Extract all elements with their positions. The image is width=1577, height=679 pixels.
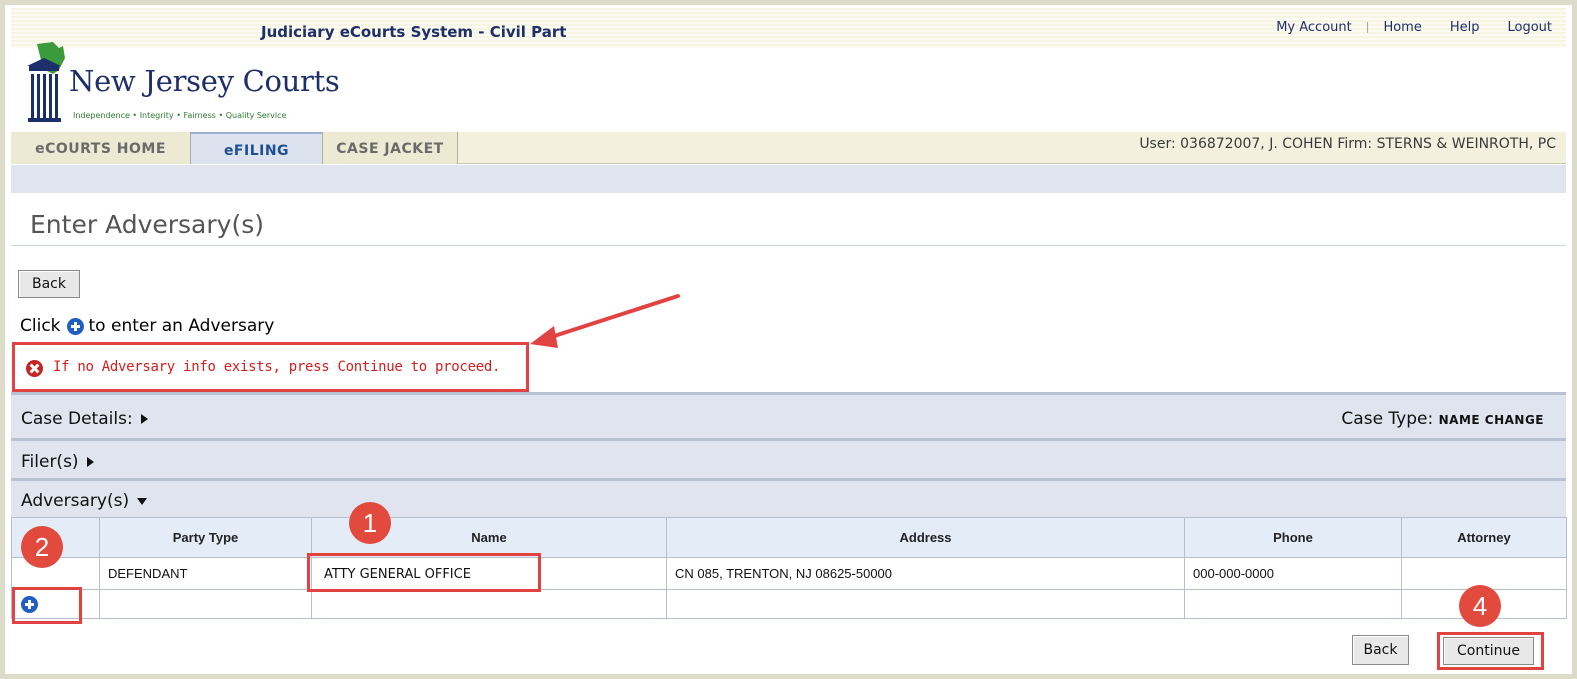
table-row[interactable]: DEFENDANT ATTY GENERAL OFFICE CN 085, TR… — [11, 557, 1567, 590]
collapse-arrow-icon — [137, 497, 148, 505]
section-adversaries[interactable]: Adversary(s) — [11, 478, 1566, 518]
page-title: Enter Adversary(s) — [30, 210, 264, 239]
logo-tagline: Independence • Integrity • Fairness • Qu… — [73, 111, 287, 120]
continue-button[interactable]: Continue — [1443, 637, 1534, 665]
error-message-box: If no Adversary info exists, press Conti… — [12, 342, 529, 392]
home-link[interactable]: Home — [1383, 20, 1421, 35]
column-header-attorney: Attorney — [1401, 517, 1567, 558]
adversaries-label: Adversary(s) — [21, 491, 148, 511]
my-account-link[interactable]: My Account — [1276, 20, 1352, 35]
error-message: If no Adversary info exists, press Conti… — [53, 359, 501, 375]
section-case-details[interactable]: Case Details: Case Type: NAME CHANGE — [11, 392, 1566, 438]
tab-ecourts-home[interactable]: eCOURTS HOME — [11, 132, 191, 164]
phone-cell: 000-000-0000 — [1184, 557, 1402, 590]
column-header-party-type: Party Type — [99, 517, 312, 558]
table-row-add — [11, 589, 1567, 619]
highlight-name — [307, 553, 541, 592]
plus-circle-icon — [66, 317, 84, 335]
expand-arrow-icon — [140, 414, 148, 424]
empty-cell — [311, 589, 667, 619]
divider — [11, 245, 1566, 246]
header: Judiciary eCourts System - Civil Part My… — [11, 8, 1566, 132]
tab-efiling[interactable]: eFILING — [191, 132, 323, 164]
case-type: Case Type: NAME CHANGE — [1341, 409, 1544, 429]
step-marker-4: 4 — [1459, 585, 1501, 627]
step-marker-2: 2 — [21, 526, 63, 568]
top-links: My Account | Home Help Logout — [1276, 20, 1552, 35]
expand-arrow-icon — [86, 457, 94, 467]
column-header-address: Address — [666, 517, 1185, 558]
link-separator: | — [1365, 20, 1370, 33]
tab-case-jacket[interactable]: CASE JACKET — [323, 132, 458, 164]
help-link[interactable]: Help — [1450, 20, 1480, 35]
address-cell: CN 085, TRENTON, NJ 08625-50000 — [666, 557, 1185, 590]
empty-cell — [99, 589, 312, 619]
empty-cell — [666, 589, 1185, 619]
logo-name: New Jersey Courts — [69, 64, 340, 98]
back-button[interactable]: Back — [18, 270, 80, 298]
app-title: Judiciary eCourts System - Civil Part — [261, 23, 567, 41]
empty-cell — [1184, 589, 1402, 619]
column-header-phone: Phone — [1184, 517, 1402, 558]
party-type-cell: DEFENDANT — [99, 557, 312, 590]
nj-courts-logo[interactable]: New Jersey Courts Independence • Integri… — [23, 40, 383, 130]
error-x-icon — [26, 360, 43, 377]
logout-link[interactable]: Logout — [1507, 20, 1552, 35]
filers-label: Filer(s) — [21, 452, 94, 472]
adversary-table: Party Type Name Address Phone Attorney D… — [11, 517, 1567, 619]
back-button-bottom[interactable]: Back — [1352, 635, 1409, 665]
case-type-value: NAME CHANGE — [1438, 413, 1544, 427]
case-type-label: Case Type: — [1341, 409, 1434, 429]
courthouse-emblem-icon — [27, 42, 65, 122]
table-header-row: Party Type Name Address Phone Attorney — [11, 517, 1567, 558]
annotation-arrow-icon — [530, 294, 680, 348]
user-info: User: 036872007, J. COHEN Firm: STERNS &… — [1139, 136, 1556, 152]
highlight-add — [12, 587, 82, 624]
section-filers[interactable]: Filer(s) — [11, 438, 1566, 478]
instruction-prefix: Click — [20, 316, 61, 336]
instruction-suffix: to enter an Adversary — [88, 316, 275, 336]
main-tabs: eCOURTS HOME eFILING CASE JACKET User: 0… — [11, 132, 1566, 164]
step-marker-1: 1 — [349, 502, 391, 544]
instruction-text: Click to enter an Adversary — [20, 316, 274, 336]
subnav-band — [11, 165, 1566, 193]
case-details-label: Case Details: — [21, 409, 148, 429]
